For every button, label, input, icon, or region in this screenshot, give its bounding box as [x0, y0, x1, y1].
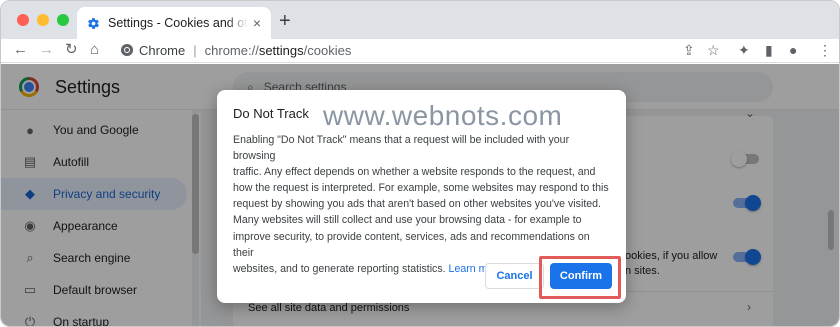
site-chip[interactable]: Chrome [113, 43, 185, 58]
reload-icon[interactable]: ↻ [65, 40, 78, 60]
site-chip-label: Chrome [139, 42, 186, 58]
close-window-button[interactable] [17, 14, 29, 26]
dialog-line: how the request is interpreted. For exam… [233, 182, 609, 195]
forward-icon[interactable]: → [39, 40, 54, 60]
new-tab-button[interactable]: + [279, 11, 291, 31]
dialog-last-line: websites, and to generate reporting stat… [233, 262, 446, 275]
dialog-title: Do Not Track [233, 106, 309, 121]
home-icon[interactable]: ⌂ [90, 40, 99, 60]
address-separator: | [193, 42, 197, 58]
dialog-line: Many websites will still collect and use… [233, 214, 582, 227]
tab-close-icon[interactable]: × [253, 15, 261, 31]
settings-gear-icon [88, 17, 99, 29]
bookmark-star-icon[interactable]: ☆ [707, 41, 720, 59]
profile-avatar-icon[interactable]: ● [789, 41, 797, 59]
tab-settings[interactable]: Settings - Cookies and other site data × [77, 7, 271, 39]
back-icon[interactable]: ← [13, 40, 28, 60]
cancel-button[interactable]: Cancel [485, 263, 544, 289]
tab-strip: Settings - Cookies and other site data ×… [1, 1, 839, 39]
confirm-highlight-box [539, 256, 621, 299]
tab-title: Settings - Cookies and other site data [108, 16, 248, 30]
dialog-line: traffic. Any effect depends on whether a… [233, 166, 596, 179]
side-panel-icon[interactable]: ▮ [765, 41, 773, 59]
browser-window: Settings - Cookies and other site data ×… [0, 0, 840, 327]
chrome-logo-icon [121, 44, 133, 56]
dialog-line: Enabling "Do Not Track" means that a req… [233, 134, 570, 163]
address-bar[interactable]: Chrome | chrome://settings/cookies [113, 39, 697, 61]
extensions-icon[interactable]: ✦ [738, 41, 750, 59]
url-host: settings [258, 42, 304, 58]
browser-toolbar: ← → ↻ ⌂ Chrome | chrome://settings/cooki… [1, 39, 839, 63]
watermark: www.webnots.com [323, 100, 563, 131]
url-path: /cookies [303, 42, 352, 58]
share-icon[interactable]: ⇪ [683, 41, 695, 59]
maximize-window-button[interactable] [57, 14, 69, 26]
url-prefix: chrome:// [204, 42, 259, 58]
dialog-line: request by showing you ads that aren't b… [233, 198, 601, 211]
window-controls [17, 14, 69, 26]
minimize-window-button[interactable] [37, 14, 49, 26]
menu-icon[interactable]: ⋮ [818, 41, 832, 59]
